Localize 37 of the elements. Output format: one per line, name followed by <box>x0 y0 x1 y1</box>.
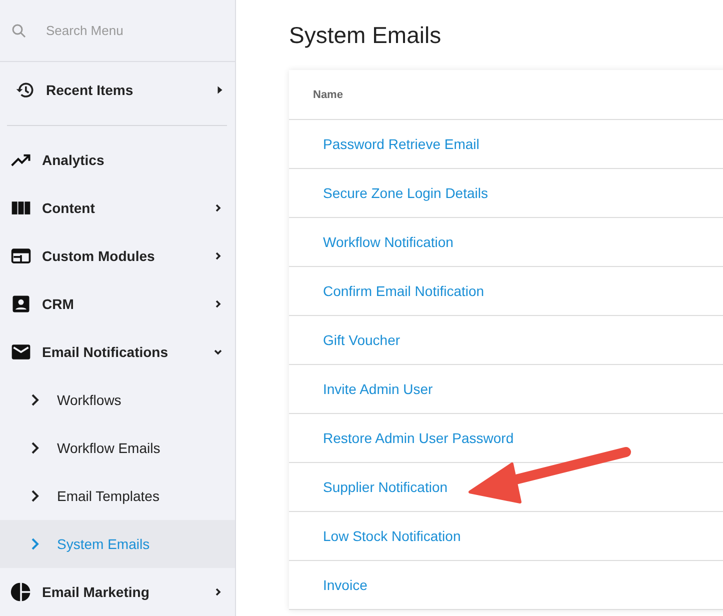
email-link[interactable]: Confirm Email Notification <box>323 283 484 299</box>
column-header: Name <box>313 88 343 100</box>
pie-icon <box>10 581 32 603</box>
chevron-down-icon <box>213 347 223 357</box>
submenu-item[interactable]: Workflows <box>0 376 235 424</box>
menu-item[interactable]: Content <box>0 184 235 232</box>
email-link[interactable]: Password Retrieve Email <box>323 136 480 152</box>
email-link[interactable]: Supplier Notification <box>323 479 448 495</box>
menu-item[interactable]: CRM <box>0 280 235 328</box>
menu-item[interactable]: Custom Modules <box>0 232 235 280</box>
email-link[interactable]: Gift Voucher <box>323 332 400 348</box>
chevron-right-icon <box>30 393 40 407</box>
chevron-right-icon <box>213 587 223 597</box>
chevron-right-icon <box>213 251 223 261</box>
email-link[interactable]: Secure Zone Login Details <box>323 185 488 201</box>
email-link[interactable]: Invoice <box>323 577 368 593</box>
page-title: System Emails <box>289 22 442 50</box>
chevron-right-icon <box>30 537 40 551</box>
contact-icon <box>10 293 32 315</box>
menu-item[interactable]: Analytics <box>0 136 235 184</box>
caret-icon <box>217 85 223 95</box>
search-field[interactable]: Search Menu <box>44 22 208 39</box>
email-link[interactable]: Workflow Notification <box>323 234 454 250</box>
email-link[interactable]: Low Stock Notification <box>323 528 461 544</box>
chevron-right-icon <box>213 299 223 309</box>
chevron-right-icon <box>30 441 40 455</box>
submenu-item[interactable]: System Emails <box>0 520 235 568</box>
menu-item[interactable]: Email Notifications <box>0 328 235 376</box>
chevron-right-icon <box>30 489 40 503</box>
email-link[interactable]: Invite Admin User <box>323 381 433 397</box>
search-icon <box>10 22 28 40</box>
submenu-item[interactable]: Workflow Emails <box>0 424 235 472</box>
menu-item[interactable]: Email Marketing <box>0 568 235 616</box>
email-link[interactable]: Restore Admin User Password <box>323 430 514 446</box>
chevron-right-icon <box>213 203 223 213</box>
recent-items-menu-item[interactable]: Recent Items <box>0 62 235 118</box>
submenu-item[interactable]: Email Templates <box>0 472 235 520</box>
